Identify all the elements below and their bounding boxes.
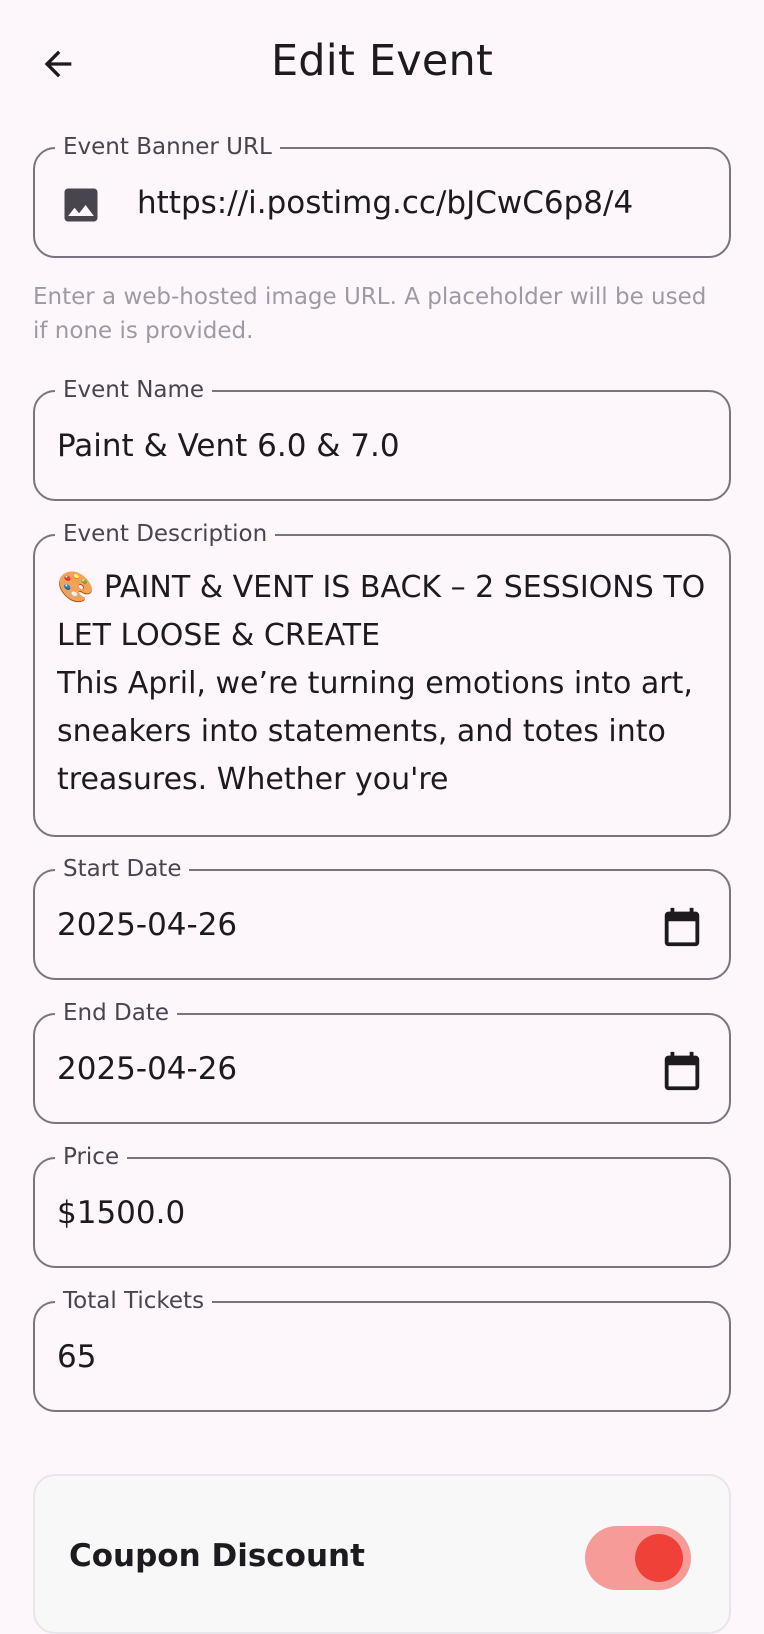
event-name-input[interactable]: Paint & Vent 6.0 & 7.0 bbox=[57, 428, 707, 464]
page-title: Edit Event bbox=[270, 36, 494, 86]
event-description-input[interactable]: 🎨 PAINT & VENT IS BACK – 2 SESSIONS TO L… bbox=[57, 564, 707, 823]
start-date-label: Start Date bbox=[55, 854, 190, 884]
total-tickets-input[interactable]: 65 bbox=[57, 1339, 707, 1375]
end-date-label: End Date bbox=[55, 998, 177, 1028]
coupon-discount-card: Coupon Discount bbox=[33, 1474, 731, 1634]
start-date-field[interactable]: Start Date 2025-04-26 bbox=[33, 854, 731, 980]
image-icon bbox=[64, 188, 98, 222]
price-label: Price bbox=[55, 1142, 128, 1172]
banner-url-input[interactable]: https://i.postimg.cc/bJCwC6p8/4 bbox=[137, 185, 709, 221]
price-input[interactable]: $1500.0 bbox=[57, 1195, 707, 1231]
coupon-discount-toggle[interactable] bbox=[585, 1526, 691, 1590]
end-date-input[interactable]: 2025-04-26 bbox=[57, 1051, 707, 1087]
coupon-discount-title: Coupon Discount bbox=[69, 1538, 365, 1574]
event-name-label: Event Name bbox=[55, 375, 213, 405]
total-tickets-field[interactable]: Total Tickets 65 bbox=[33, 1286, 731, 1412]
toggle-thumb bbox=[635, 1534, 683, 1582]
total-tickets-label: Total Tickets bbox=[55, 1286, 213, 1316]
banner-url-label: Event Banner URL bbox=[55, 132, 280, 162]
start-date-input[interactable]: 2025-04-26 bbox=[57, 907, 707, 943]
banner-url-helper: Enter a web-hosted image URL. A placehol… bbox=[33, 284, 707, 344]
event-description-field[interactable]: Event Description 🎨 PAINT & VENT IS BACK… bbox=[33, 519, 731, 837]
event-description-label: Event Description bbox=[55, 519, 276, 549]
calendar-icon[interactable] bbox=[659, 903, 705, 951]
end-date-field[interactable]: End Date 2025-04-26 bbox=[33, 998, 731, 1124]
price-field[interactable]: Price $1500.0 bbox=[33, 1142, 731, 1268]
event-name-field[interactable]: Event Name Paint & Vent 6.0 & 7.0 bbox=[33, 375, 731, 501]
app-bar: Edit Event bbox=[0, 0, 764, 122]
banner-url-field[interactable]: Event Banner URL https://i.postimg.cc/bJ… bbox=[33, 132, 731, 258]
calendar-icon[interactable] bbox=[659, 1047, 705, 1095]
